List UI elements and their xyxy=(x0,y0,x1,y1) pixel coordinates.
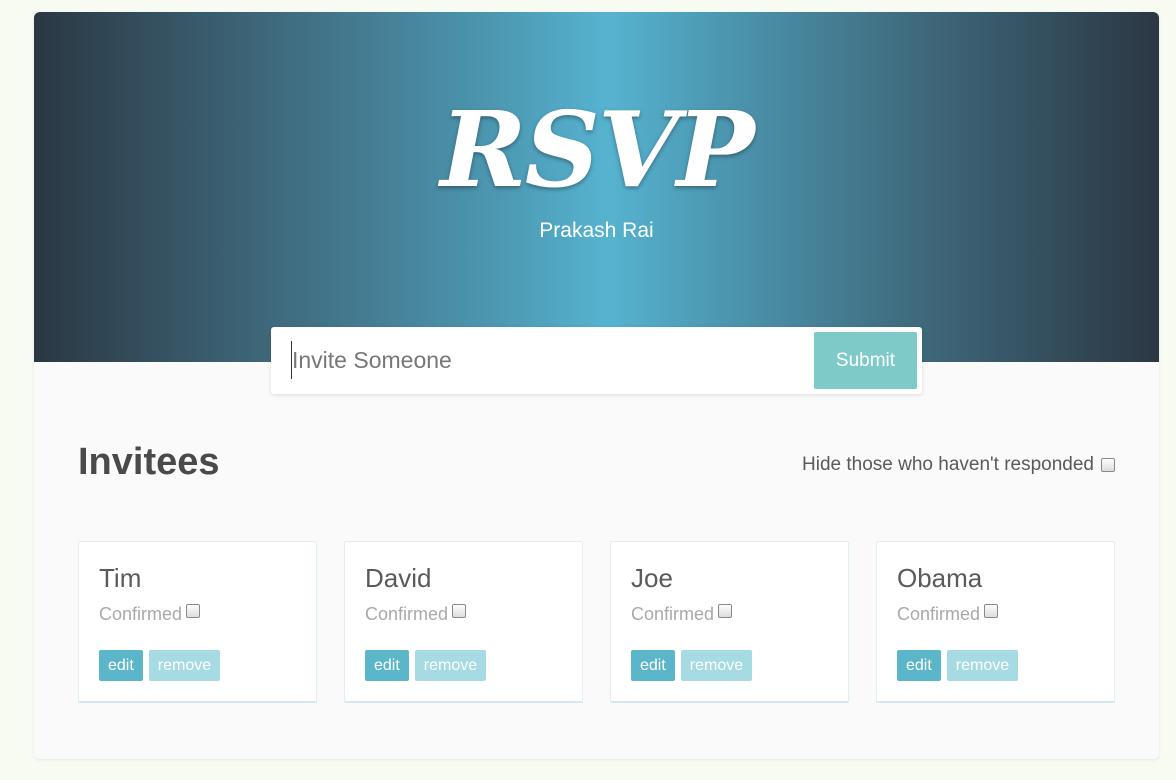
confirmed-checkbox[interactable] xyxy=(452,604,467,618)
confirmed-checkbox[interactable] xyxy=(984,604,999,618)
invitee-name: Joe xyxy=(631,563,673,593)
invite-input[interactable] xyxy=(291,341,791,379)
invitee-card: Obama Confirmed edit remove xyxy=(876,541,1115,703)
confirmed-toggle[interactable]: Confirmed xyxy=(365,603,467,625)
remove-button[interactable]: remove xyxy=(148,650,221,681)
hide-unresponded-checkbox[interactable] xyxy=(1101,458,1115,472)
card-actions: edit remove xyxy=(631,650,753,681)
edit-button[interactable]: edit xyxy=(897,650,941,681)
card-actions: edit remove xyxy=(897,650,1019,681)
confirmed-label: Confirmed xyxy=(897,604,981,624)
invitee-card: David Confirmed edit remove xyxy=(344,541,583,703)
confirmed-toggle[interactable]: Confirmed xyxy=(631,603,733,625)
invitees-heading: Invitees xyxy=(78,441,220,483)
rsvp-app: RSVP Prakash Rai Submit Invitees Hide th… xyxy=(34,12,1159,759)
app-logo: RSVP xyxy=(440,88,754,211)
invitee-name: Obama xyxy=(897,563,983,593)
hide-unresponded-filter[interactable]: Hide those who haven't responded xyxy=(802,453,1115,477)
confirmed-checkbox[interactable] xyxy=(186,604,201,618)
remove-button[interactable]: remove xyxy=(946,650,1019,681)
edit-button[interactable]: edit xyxy=(631,650,675,681)
app-subtitle: Prakash Rai xyxy=(539,219,654,242)
invitee-name: Tim xyxy=(99,563,142,593)
confirmed-label: Confirmed xyxy=(99,604,183,624)
remove-button[interactable]: remove xyxy=(414,650,487,681)
card-actions: edit remove xyxy=(99,650,221,681)
filter-label: Hide those who haven't responded xyxy=(802,454,1094,475)
submit-button[interactable]: Submit xyxy=(814,332,917,389)
invitee-card: Tim Confirmed edit remove xyxy=(78,541,317,703)
header-banner: RSVP Prakash Rai xyxy=(34,12,1159,362)
confirmed-checkbox[interactable] xyxy=(718,604,733,618)
edit-button[interactable]: edit xyxy=(99,650,143,681)
invitee-name: David xyxy=(365,563,432,593)
card-actions: edit remove xyxy=(365,650,487,681)
confirmed-toggle[interactable]: Confirmed xyxy=(99,603,201,625)
edit-button[interactable]: edit xyxy=(365,650,409,681)
confirmed-toggle[interactable]: Confirmed xyxy=(897,603,999,625)
invitee-card: Joe Confirmed edit remove xyxy=(610,541,849,703)
confirmed-label: Confirmed xyxy=(365,604,449,624)
remove-button[interactable]: remove xyxy=(680,650,753,681)
invite-form: Submit xyxy=(271,327,922,394)
confirmed-label: Confirmed xyxy=(631,604,715,624)
